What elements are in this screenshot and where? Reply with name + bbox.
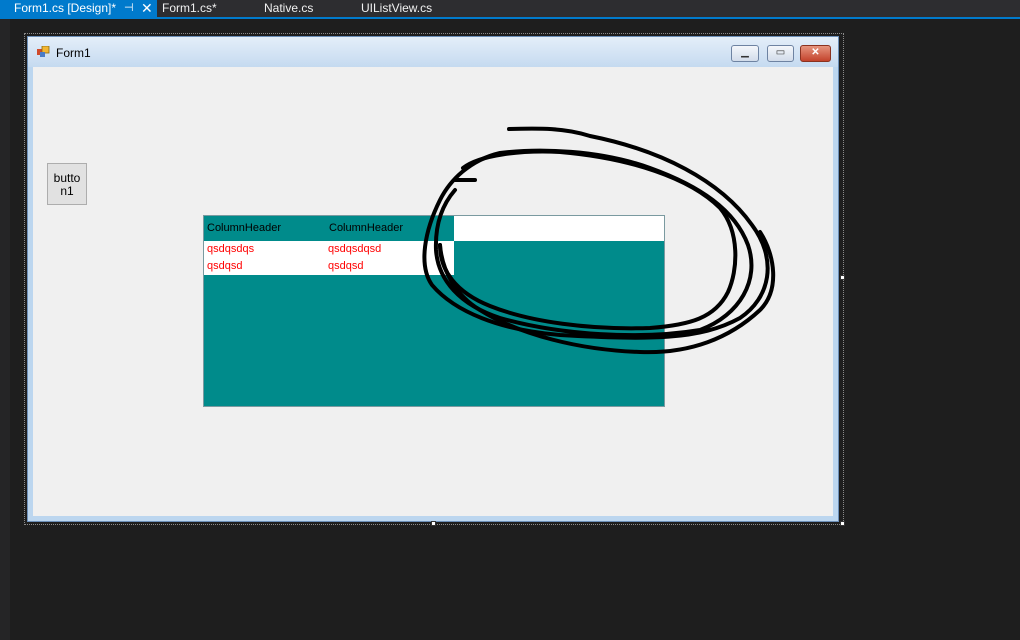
tab-label: Native.cs [264, 1, 314, 15]
close-button[interactable]: ✕ [800, 45, 831, 62]
list-view-rows: qsdqsdqs qsdqsdqsd qsdqsd qsdqsd [204, 241, 454, 275]
button1[interactable]: butto n1 [47, 163, 87, 205]
active-tab-underline [0, 17, 1020, 19]
pin-icon[interactable]: ⊣ [124, 0, 134, 17]
list-view-header: ColumnHeader ColumnHeader [204, 216, 454, 241]
resize-handle-corner[interactable] [840, 521, 845, 526]
tab-uilistview[interactable]: UIListView.cs [361, 0, 432, 17]
tab-label: Form1.cs* [162, 1, 217, 15]
close-icon: ✕ [811, 47, 820, 58]
resize-handle-bottom[interactable] [431, 521, 436, 526]
document-tab-bar: Form1.cs [Design]* ⊣ ✕ Form1.cs* Native.… [0, 0, 1020, 17]
column-header[interactable]: ColumnHeader [329, 222, 403, 234]
minimize-icon: ▁ [741, 47, 749, 58]
maximize-button[interactable]: ▭ [767, 45, 794, 62]
resize-handle-right[interactable] [840, 275, 845, 280]
button1-label-line1: butto [53, 171, 81, 185]
form-client-area: butto n1 ColumnHeader ColumnHeader qsdqs… [33, 67, 833, 516]
button1-label-line2: n1 [60, 184, 74, 198]
list-view-header-blank [454, 216, 664, 241]
tab-form1-code[interactable]: Form1.cs* [162, 0, 217, 17]
form-icon [37, 46, 50, 57]
minimize-button[interactable]: ▁ [731, 45, 759, 62]
list-cell: qsdqsd [328, 260, 364, 272]
form-title-bar[interactable]: Form1 ▁ ▭ ✕ [28, 37, 838, 67]
list-view[interactable]: ColumnHeader ColumnHeader qsdqsdqs qsdqs… [203, 215, 665, 407]
left-tool-strip [0, 19, 10, 640]
list-cell: qsdqsdqs [207, 243, 255, 255]
form-title: Form1 [56, 46, 91, 60]
list-cell: qsdqsd [207, 260, 243, 272]
close-icon[interactable]: ✕ [141, 0, 153, 17]
tab-native[interactable]: Native.cs [264, 0, 313, 17]
maximize-icon: ▭ [775, 47, 786, 58]
tab-label: Form1.cs [Design]* [14, 1, 117, 15]
form-window[interactable]: Form1 ▁ ▭ ✕ butto n1 ColumnHeader Column… [27, 36, 839, 522]
column-header[interactable]: ColumnHeader [207, 222, 281, 234]
list-cell: qsdqsdqsd [328, 243, 382, 255]
tab-form1-design[interactable]: Form1.cs [Design]* ⊣ ✕ [0, 0, 157, 17]
tab-label: UIListView.cs [361, 1, 433, 15]
